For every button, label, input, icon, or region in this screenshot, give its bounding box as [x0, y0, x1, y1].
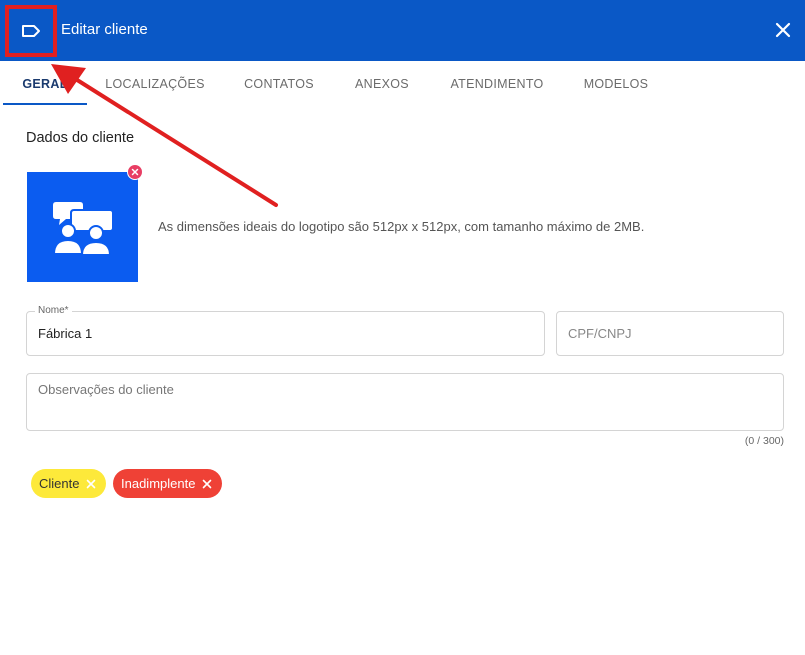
chip-remove-cliente[interactable] [86, 479, 96, 489]
close-icon [87, 479, 96, 488]
tab-anexos[interactable]: ANEXOS [343, 61, 421, 106]
name-field: Nome* [26, 305, 545, 356]
chip-label: Cliente [39, 476, 80, 491]
tag-icon [22, 25, 40, 37]
notes-textarea[interactable] [38, 382, 773, 424]
active-tab-indicator [3, 103, 87, 105]
cpf-cnpj-input[interactable] [568, 312, 773, 355]
remove-icon [131, 168, 139, 176]
section-title: Dados do cliente [26, 130, 135, 146]
notes-field [26, 373, 784, 431]
chip-inadimplente: Inadimplente [113, 469, 223, 498]
tab-contatos[interactable]: CONTATOS [230, 61, 328, 106]
chat-people-icon [52, 202, 114, 256]
client-logo[interactable] [27, 172, 138, 282]
chip-label: Inadimplente [121, 476, 196, 491]
tab-localizacoes[interactable]: LOCALIZAÇÕES [95, 61, 215, 106]
chip-cliente: Cliente [31, 469, 107, 498]
tab-atendimento[interactable]: ATENDIMENTO [437, 61, 557, 106]
close-icon [775, 22, 791, 38]
tab-modelos[interactable]: MODELOS [572, 61, 660, 106]
tab-bar: GERAL LOCALIZAÇÕES CONTATOS ANEXOS ATEND… [0, 61, 805, 106]
close-icon [203, 479, 212, 488]
chip-remove-inadimplente[interactable] [202, 479, 212, 489]
close-button[interactable] [773, 20, 793, 40]
dialog-header: Editar cliente [0, 0, 805, 61]
logo-hint-text: As dimensões ideais do logotipo são 512p… [158, 219, 645, 234]
name-input[interactable] [38, 312, 534, 355]
dialog-title: Editar cliente [61, 21, 148, 38]
tag-button[interactable] [5, 5, 57, 57]
cpf-cnpj-field [556, 311, 784, 356]
notes-char-counter: (0 / 300) [744, 435, 784, 447]
tab-geral[interactable]: GERAL [3, 61, 87, 106]
remove-logo-button[interactable] [127, 164, 143, 180]
